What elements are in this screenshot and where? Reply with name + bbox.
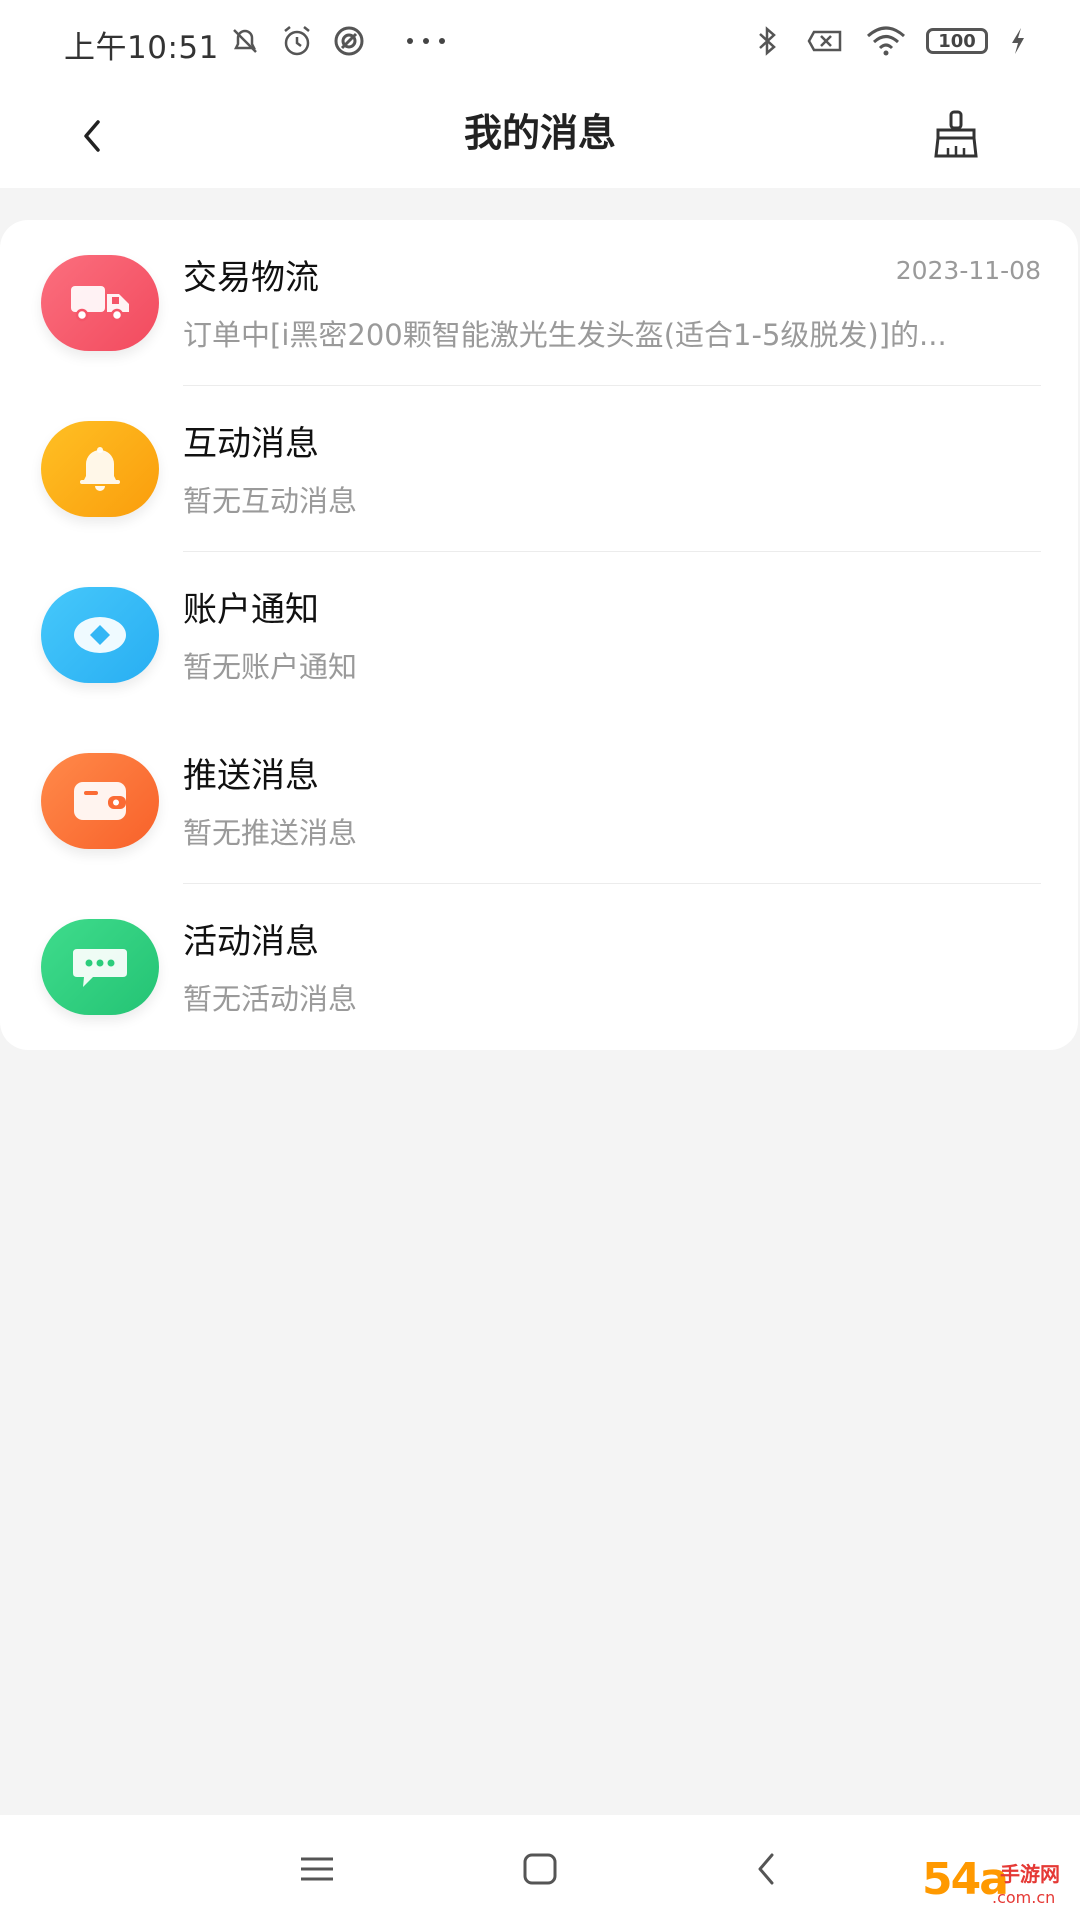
push-icon-badge (41, 753, 159, 849)
home-icon[interactable] (516, 1847, 564, 1891)
bell-icon (80, 447, 120, 491)
message-item-interaction[interactable]: 互动消息 暂无互动消息 (0, 386, 1078, 552)
app-header: 我的消息 (0, 84, 1080, 188)
message-preview: 暂无账户通知 (183, 650, 358, 684)
logistics-icon-badge (41, 255, 159, 351)
status-time: 上午10:51 (64, 30, 219, 66)
wallet-icon (74, 782, 126, 820)
message-item-activity[interactable]: 活动消息 暂无活动消息 (0, 884, 1078, 1050)
system-nav-bar: 54a 手游网 .com.cn (0, 1815, 1080, 1920)
charging-icon (1012, 28, 1024, 54)
status-bar: 上午10:51 100 (0, 0, 1080, 84)
message-item-account[interactable]: 账户通知 暂无账户通知 (0, 552, 1078, 718)
message-title: 活动消息 (183, 922, 319, 962)
bluetooth-icon (759, 26, 776, 56)
battery-level: 100 (938, 30, 976, 52)
status-left-icons (226, 22, 450, 60)
menu-icon[interactable] (293, 1847, 341, 1891)
no-sim-icon (807, 30, 842, 52)
wifi-icon (867, 26, 905, 56)
interaction-icon-badge (41, 421, 159, 517)
page-title: 我的消息 (463, 111, 616, 155)
message-title: 交易物流 (183, 258, 319, 298)
more-dots-icon (407, 38, 445, 44)
message-preview: 暂无互动消息 (183, 484, 358, 518)
message-date: 2023-11-08 (895, 256, 1041, 285)
account-icon-badge (41, 587, 159, 683)
watermark-side: 手游网 (1000, 1862, 1060, 1886)
chat-icon (73, 949, 127, 987)
data-saver-icon (334, 26, 364, 56)
watermark-domain: .com.cn (992, 1888, 1056, 1907)
battery-indicator: 100 (926, 28, 988, 54)
eye-diamond-icon (74, 617, 126, 653)
message-item-push[interactable]: 推送消息 暂无推送消息 (0, 718, 1078, 884)
status-right-icons: 100 (748, 22, 1030, 60)
watermark-logo: 54a 手游网 .com.cn (922, 1854, 1072, 1914)
message-title: 推送消息 (183, 756, 319, 796)
message-preview: 暂无推送消息 (183, 816, 358, 850)
broom-clear-icon[interactable] (926, 104, 986, 164)
mute-bell-icon (233, 29, 257, 53)
activity-icon-badge (41, 919, 159, 1015)
message-title: 互动消息 (183, 424, 319, 464)
back-nav-icon[interactable] (744, 1847, 792, 1891)
message-preview: 订单中[i黑密200颗智能激光生发头盔(适合1-5级脱发)]的... (183, 318, 947, 352)
truck-icon (71, 286, 129, 322)
message-preview: 暂无活动消息 (183, 982, 358, 1016)
message-list: 交易物流 2023-11-08 订单中[i黑密200颗智能激光生发头盔(适合1-… (0, 220, 1078, 1050)
message-title: 账户通知 (183, 590, 319, 630)
alarm-icon (284, 26, 310, 56)
message-item-transaction-logistics[interactable]: 交易物流 2023-11-08 订单中[i黑密200颗智能激光生发头盔(适合1-… (0, 220, 1078, 386)
